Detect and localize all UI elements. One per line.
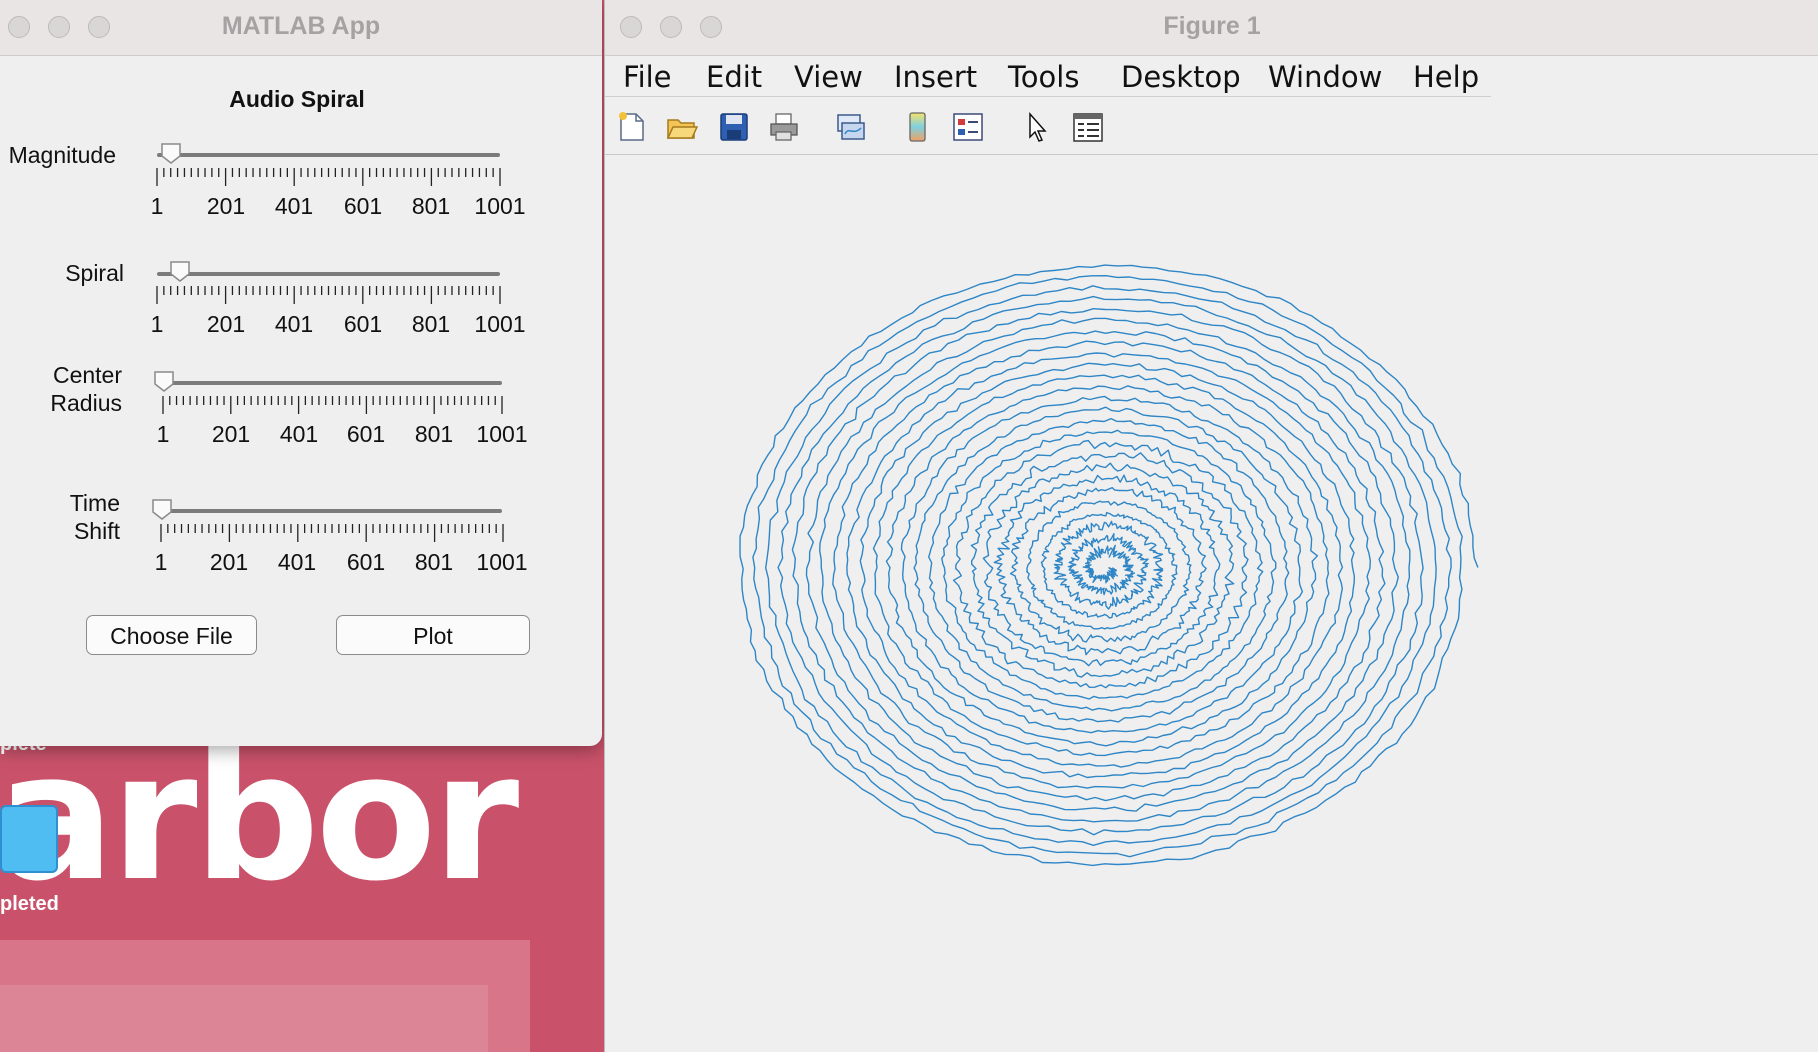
matlab-app-window: MATLAB App Audio Spiral Magnitude 1 201 …	[0, 0, 602, 746]
open-file-icon[interactable]	[665, 110, 699, 144]
tick-label: 201	[209, 549, 249, 575]
tick-label: 201	[206, 193, 246, 219]
tick-label: 601	[346, 421, 386, 447]
save-icon[interactable]	[717, 110, 751, 144]
colorbar-icon[interactable]	[901, 110, 935, 144]
menu-insert[interactable]: Insert	[894, 60, 977, 94]
time-shift-slider-track[interactable]	[160, 509, 502, 513]
time-shift-tick-marks	[160, 524, 504, 542]
tick-label: 1	[150, 193, 164, 219]
center-radius-label: Center Radius	[0, 361, 122, 417]
new-figure-icon[interactable]	[615, 110, 649, 144]
center-radius-label-line2: Radius	[50, 390, 122, 416]
tick-label: 1	[150, 311, 164, 337]
center-radius-slider-thumb[interactable]	[153, 370, 175, 392]
magnitude-label: Magnitude	[8, 142, 116, 168]
center-radius-tick-marks	[162, 396, 503, 414]
menu-tools[interactable]: Tools	[1008, 60, 1079, 94]
magnitude-tick-marks	[156, 168, 501, 186]
center-radius-slider-track[interactable]	[163, 381, 502, 385]
plot-area[interactable]	[605, 155, 1818, 1052]
spiral-line	[739, 264, 1479, 867]
time-shift-label-line2: Shift	[73, 518, 120, 544]
link-plot-icon[interactable]	[833, 110, 867, 144]
background-panel-inner	[0, 985, 488, 1052]
magnitude-slider-thumb[interactable]	[160, 142, 182, 164]
app-heading: Audio Spiral	[229, 86, 365, 112]
edit-plot-icon[interactable]	[1021, 110, 1055, 144]
print-icon[interactable]	[767, 110, 801, 144]
tick-label: 801	[414, 549, 454, 575]
property-inspector-icon[interactable]	[1071, 110, 1105, 144]
choose-file-button[interactable]: Choose File	[86, 615, 257, 655]
audio-spiral-plot	[739, 264, 1479, 867]
menu-desktop[interactable]: Desktop	[1121, 60, 1241, 94]
menu-edit[interactable]: Edit	[706, 60, 762, 94]
figure-title-bar[interactable]: Figure 1	[605, 0, 1818, 56]
tick-label: 801	[411, 311, 451, 337]
spiral-slider-track[interactable]	[157, 272, 500, 276]
tick-label: 1001	[474, 193, 526, 219]
plot-button[interactable]: Plot	[336, 615, 530, 655]
menu-file[interactable]: File	[623, 60, 672, 94]
menu-divider	[605, 96, 1491, 97]
spiral-tick-marks	[156, 286, 501, 304]
center-radius-label-line1: Center	[52, 362, 122, 388]
tick-label: 1	[154, 549, 168, 575]
spiral-label: Spiral	[65, 260, 124, 286]
app-title-bar[interactable]: MATLAB App	[0, 0, 602, 56]
tick-label: 1001	[474, 311, 526, 337]
tick-label: 401	[274, 193, 314, 219]
time-shift-label-line1: Time	[69, 490, 120, 516]
time-shift-slider-thumb[interactable]	[151, 498, 173, 520]
time-shift-label: Time Shift	[0, 489, 120, 545]
figure-toolbar	[605, 98, 1818, 155]
tick-label: 601	[343, 193, 383, 219]
tick-label: 401	[279, 421, 319, 447]
figure-window-title: Figure 1	[1163, 12, 1261, 40]
tick-label: 601	[346, 549, 386, 575]
background-app-icon[interactable]	[0, 805, 58, 873]
legend-icon[interactable]	[951, 110, 985, 144]
tick-label: 201	[206, 311, 246, 337]
tick-label: 801	[411, 193, 451, 219]
tick-label: 401	[277, 549, 317, 575]
tick-label: 1	[156, 421, 170, 447]
tick-label: 401	[274, 311, 314, 337]
figure-menu-bar: File Edit View Insert Tools Desktop Wind…	[605, 56, 1818, 96]
tick-label: 801	[414, 421, 454, 447]
spiral-slider-thumb[interactable]	[169, 260, 191, 282]
tick-label: 1001	[476, 549, 528, 575]
background-completed-text: pleted	[0, 893, 59, 915]
magnitude-slider-track[interactable]	[157, 153, 500, 157]
tick-label: 601	[343, 311, 383, 337]
tick-label: 201	[211, 421, 251, 447]
menu-window[interactable]: Window	[1268, 60, 1382, 94]
app-window-title: MATLAB App	[221, 12, 381, 40]
menu-view[interactable]: View	[794, 60, 863, 94]
figure-window: Figure 1 File Edit View Insert Tools Des…	[604, 0, 1818, 1052]
menu-help[interactable]: Help	[1413, 60, 1479, 94]
tick-label: 1001	[476, 421, 528, 447]
background-app-logo-text: arbor	[0, 715, 519, 920]
